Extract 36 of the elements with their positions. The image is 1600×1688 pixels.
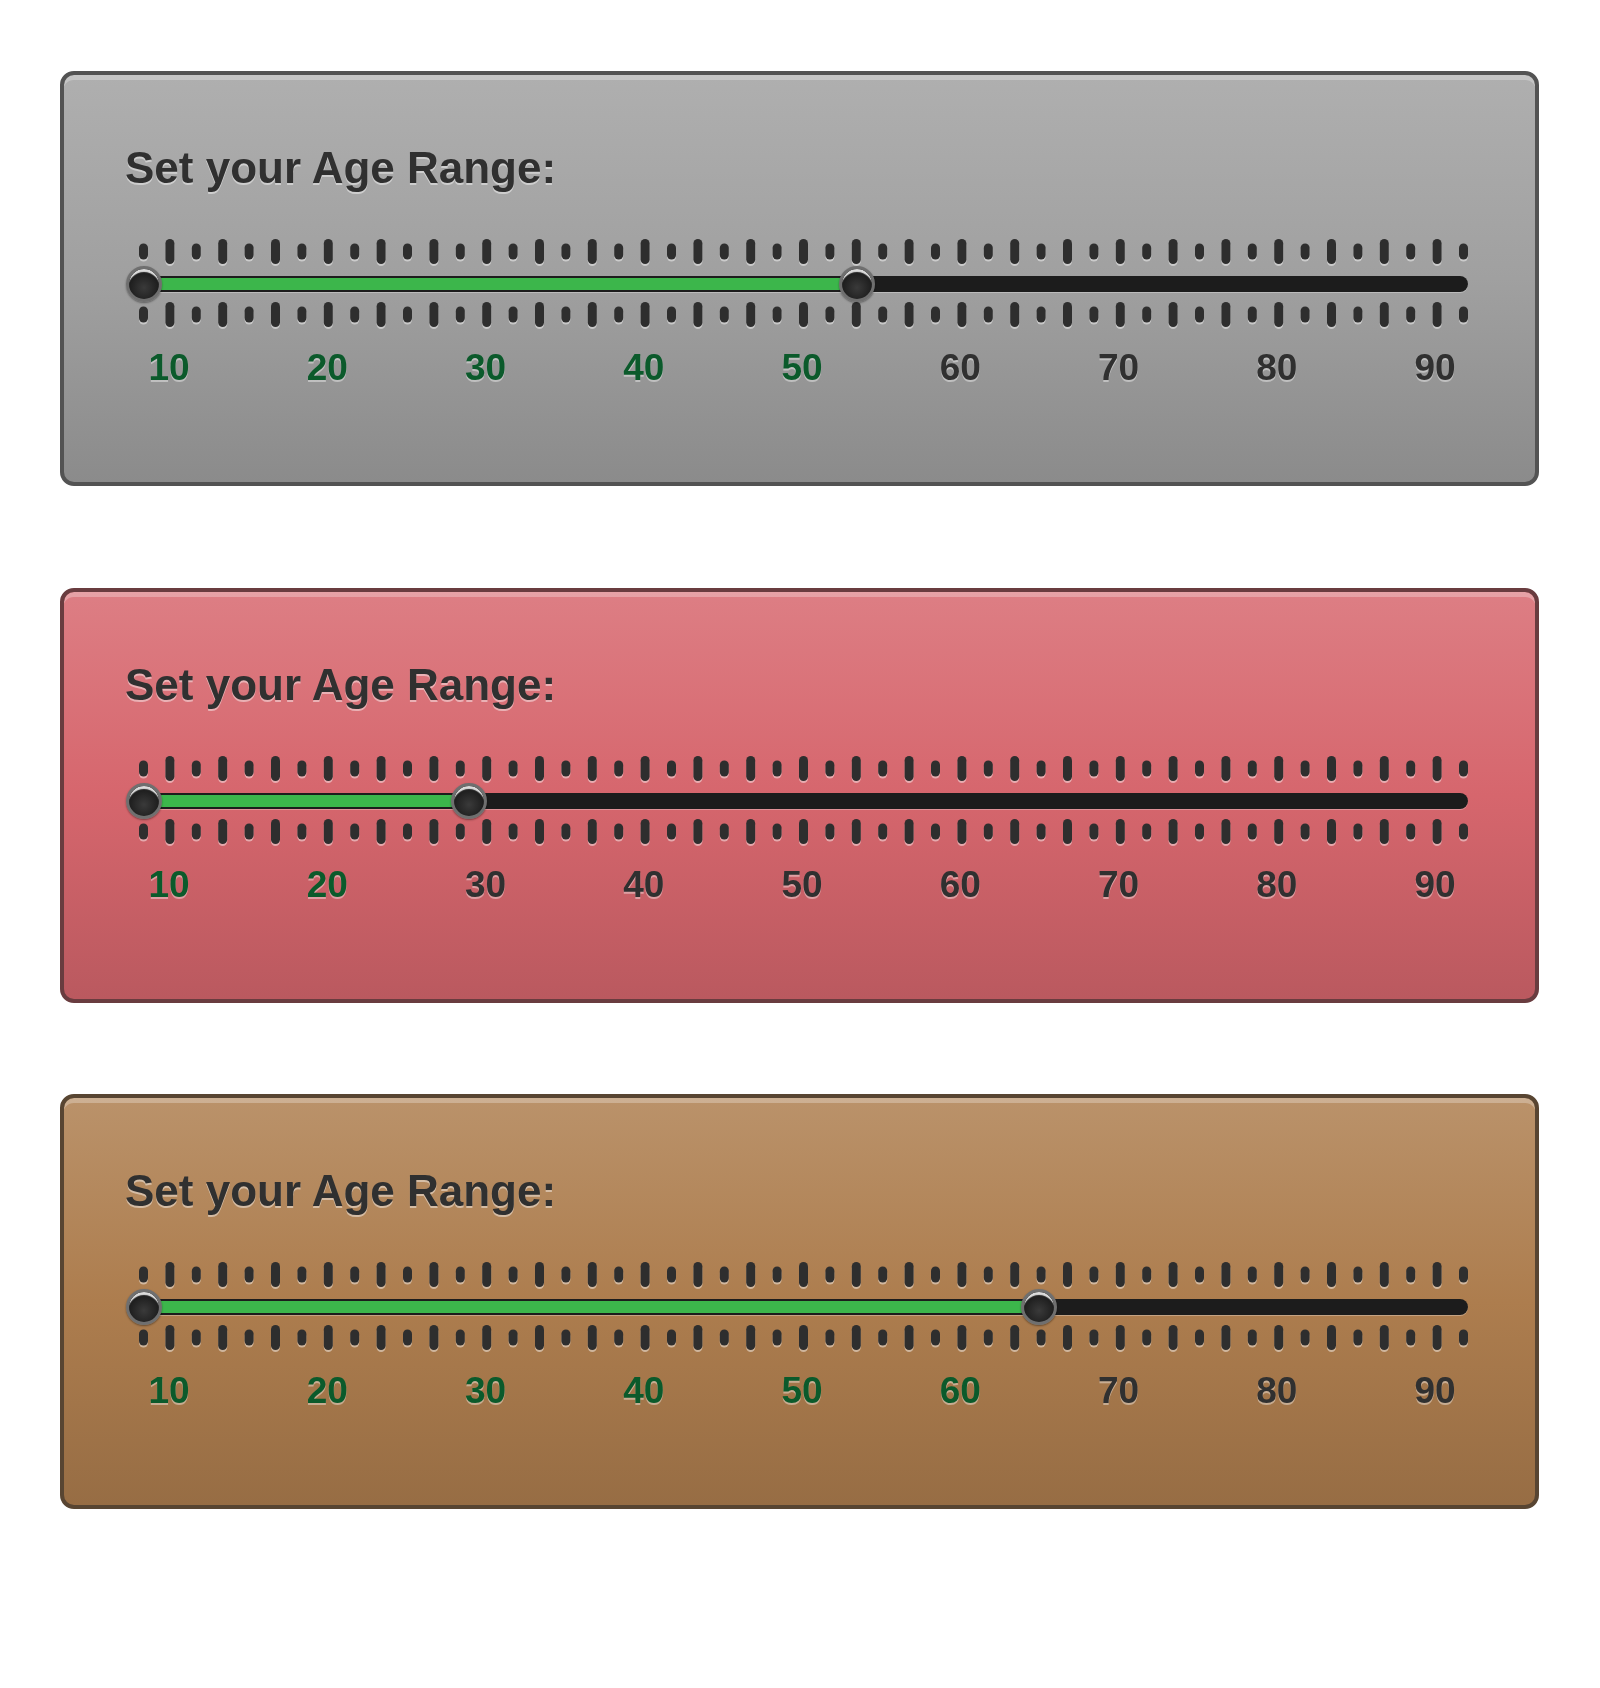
scale-label: 40 [623, 1371, 665, 1411]
scale-label: 70 [1098, 348, 1140, 388]
scale-label: 20 [306, 348, 348, 388]
scale-label: 30 [465, 865, 507, 905]
scale-label: 10 [148, 865, 190, 905]
slider-thumb[interactable] [126, 783, 162, 819]
scale-label: 80 [1256, 348, 1298, 388]
scale-label: 30 [465, 348, 507, 388]
scale-label: 90 [1414, 348, 1456, 388]
scale-label: 70 [1098, 865, 1140, 905]
scale-label: 90 [1414, 865, 1456, 905]
scale-label: 10 [148, 348, 190, 388]
slider-thumb[interactable] [126, 1289, 162, 1325]
slider-thumb[interactable] [838, 266, 875, 302]
scale-label: 40 [623, 348, 665, 388]
panel-title: Set your Age Range: [125, 1167, 557, 1215]
scale-label: 70 [1098, 1371, 1140, 1411]
panel-title: Set your Age Range: [125, 661, 557, 709]
scale-label: 50 [781, 1371, 823, 1411]
scale-label: 60 [939, 865, 981, 905]
slider-thumb[interactable] [450, 783, 487, 819]
scale-label: 20 [306, 1371, 348, 1411]
slider-thumb[interactable] [126, 266, 162, 302]
slider-thumb[interactable] [1020, 1289, 1057, 1325]
scale-label: 30 [465, 1371, 507, 1411]
scale-label: 10 [148, 1371, 190, 1411]
scale-label: 80 [1256, 865, 1298, 905]
scale-label: 80 [1256, 1371, 1298, 1411]
scale-label: 20 [306, 865, 348, 905]
scale-label: 50 [781, 348, 823, 388]
scale-label: 90 [1414, 1371, 1456, 1411]
panel-title: Set your Age Range: [125, 144, 557, 192]
scale-label: 60 [939, 1371, 981, 1411]
scale-label: 60 [939, 348, 981, 388]
scale-label: 50 [781, 865, 823, 905]
scale-label: 40 [623, 865, 665, 905]
